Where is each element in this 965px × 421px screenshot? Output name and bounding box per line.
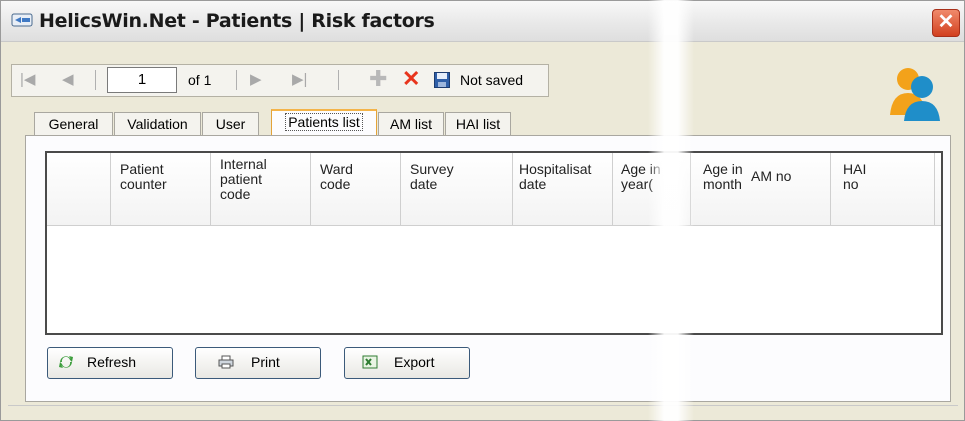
column-header-label: Patient counter <box>120 161 167 192</box>
tab-general[interactable]: General <box>34 112 113 135</box>
separator <box>95 70 96 90</box>
column-header[interactable]: Age in month AM no <box>691 153 831 225</box>
printer-icon <box>218 355 234 369</box>
column-header[interactable]: Survey date <box>401 153 513 225</box>
record-count-label: of 1 <box>188 72 212 88</box>
grid-header: Patient counter Internal patient code Wa… <box>47 153 941 226</box>
column-header-label: AM no <box>751 168 792 184</box>
tab-user[interactable]: User <box>202 112 259 135</box>
delete-record-icon[interactable]: ✕ <box>402 68 420 90</box>
refresh-button[interactable]: Refresh <box>47 347 173 379</box>
column-header[interactable]: HAI no <box>831 153 935 225</box>
window-title: HelicsWin.Net - Patients | Risk factors <box>39 10 435 32</box>
next-record-icon[interactable]: ▶ <box>250 70 262 88</box>
column-header-label: Survey date <box>410 161 454 192</box>
tab-hai-list[interactable]: HAI list <box>445 112 511 135</box>
record-navigator: |◀ ◀ 1 of 1 ▶ ▶| ✚ ✕ Not saved <box>11 64 549 97</box>
tab-label: AM list <box>390 116 432 132</box>
column-header[interactable]: Patient counter <box>111 153 211 225</box>
column-header-label: Ward code <box>320 161 353 192</box>
tab-patients-list[interactable]: Patients list <box>271 109 377 137</box>
refresh-icon <box>59 356 73 368</box>
row-selector-header[interactable] <box>47 153 111 225</box>
patients-list-panel: Patient counter Internal patient code Wa… <box>25 135 951 402</box>
helicswin-app-icon <box>11 13 33 27</box>
column-header-label: HAI no <box>843 161 867 192</box>
refresh-button-label: Refresh <box>87 354 137 370</box>
column-header[interactable]: Hospitalisat date <box>513 153 613 225</box>
separator <box>338 70 339 90</box>
patients-grid[interactable]: Patient counter Internal patient code Wa… <box>45 151 943 335</box>
tab-label: HAI list <box>455 116 501 132</box>
save-status: Not saved <box>460 72 524 88</box>
redaction-overlay <box>648 0 694 421</box>
print-button[interactable]: Print <box>195 347 321 379</box>
print-button-label: Print <box>251 354 280 370</box>
record-position-input[interactable]: 1 <box>107 67 177 93</box>
column-header[interactable]: Ward code <box>311 153 401 225</box>
tab-validation[interactable]: Validation <box>114 112 201 135</box>
tab-label: Patients list <box>285 113 363 131</box>
save-icon[interactable] <box>434 72 450 88</box>
tab-label: User <box>215 116 246 132</box>
tab-label: General <box>48 116 99 132</box>
column-header-label: Hospitalisat date <box>519 161 592 192</box>
export-button-label: Export <box>394 354 435 370</box>
separator <box>236 70 237 90</box>
column-header-label: Internal patient code <box>220 156 267 202</box>
first-record-icon[interactable]: |◀ <box>20 70 35 88</box>
patients-users-icon <box>890 68 940 121</box>
close-button[interactable]: ✕ <box>932 9 960 37</box>
excel-export-icon <box>362 355 378 369</box>
previous-record-icon[interactable]: ◀ <box>62 70 74 88</box>
column-header-label: Age in month <box>703 161 743 192</box>
tab-am-list[interactable]: AM list <box>378 112 444 135</box>
column-header[interactable]: Internal patient code <box>211 153 311 225</box>
status-bar <box>8 405 958 406</box>
title-bar: HelicsWin.Net - Patients | Risk factors … <box>1 1 964 42</box>
export-button[interactable]: Export <box>344 347 470 379</box>
patients-window: HelicsWin.Net - Patients | Risk factors … <box>0 0 965 421</box>
tab-label: Validation <box>127 116 188 132</box>
add-record-icon[interactable]: ✚ <box>369 68 387 90</box>
last-record-icon[interactable]: ▶| <box>292 70 307 88</box>
